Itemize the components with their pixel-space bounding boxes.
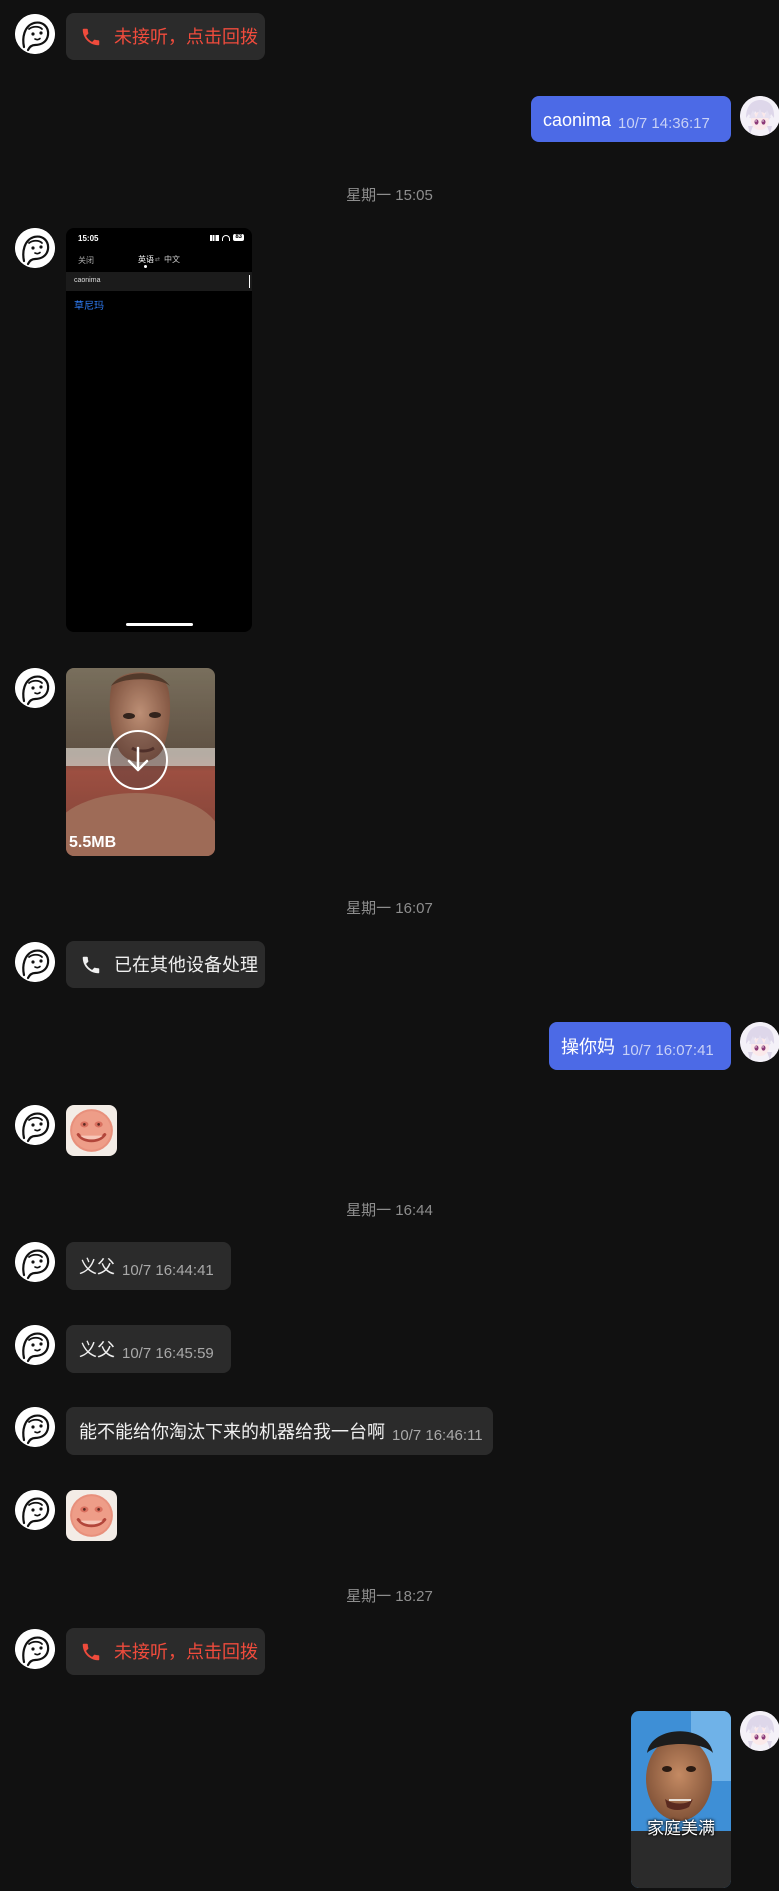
sticker-caption: 家庭美满 <box>647 1819 715 1838</box>
video-file-size: 5.5MB <box>69 834 117 851</box>
message-text: caonima <box>543 110 612 131</box>
status-icons: 83 <box>210 234 244 241</box>
source-language: 英语 <box>138 255 154 264</box>
download-button[interactable] <box>108 730 168 790</box>
screenshot-image[interactable]: 15:05 83 关闭 英语 ⇄ 中文 caonima 草尼玛 <box>66 228 252 632</box>
contact-avatar[interactable] <box>15 1325 55 1365</box>
message-time: 10/7 16:07:41 <box>622 1042 714 1060</box>
missed-call-bubble[interactable]: 未接听，点击回拨 <box>66 13 265 60</box>
call-handled-label: 已在其他设备处理 <box>114 954 258 975</box>
ghost-avatar-icon <box>15 1407 55 1447</box>
video-thumbnail[interactable]: 5.5MB <box>66 668 215 856</box>
contact-avatar[interactable] <box>15 668 55 708</box>
wifi-icon <box>222 234 231 241</box>
ghost-avatar-icon <box>15 1325 55 1365</box>
translation-result: 草尼玛 <box>74 301 104 312</box>
time-divider: 星期一 18:27 <box>346 1588 433 1605</box>
contact-avatar[interactable] <box>15 1629 55 1669</box>
self-avatar[interactable] <box>740 96 779 136</box>
contact-avatar[interactable] <box>15 14 55 54</box>
message-text: 能不能给你淘汰下来的机器给我一台啊 <box>79 1422 385 1443</box>
close-tab: 关闭 <box>78 256 94 265</box>
contact-avatar[interactable] <box>15 1105 55 1145</box>
signal-icon <box>210 234 220 241</box>
contact-avatar[interactable] <box>15 1242 55 1282</box>
meme-sticker[interactable]: 家庭美满 <box>631 1711 731 1888</box>
time-divider: 星期一 15:05 <box>346 187 433 204</box>
battery-icon: 83 <box>233 234 244 241</box>
self-avatar[interactable] <box>740 1022 779 1062</box>
outgoing-message-bubble[interactable]: caonima 10/7 14:36:17 <box>531 96 731 142</box>
smiley-sticker[interactable] <box>66 1105 117 1156</box>
message-text: 义父 <box>79 1257 115 1278</box>
missed-call-bubble[interactable]: 未接听，点击回拨 <box>66 1628 265 1675</box>
call-handled-bubble[interactable]: 已在其他设备处理 <box>66 941 265 988</box>
anime-avatar-icon <box>740 1711 779 1751</box>
phone-icon <box>80 954 102 976</box>
phone-icon <box>80 26 102 48</box>
smiley-sticker[interactable] <box>66 1490 117 1541</box>
tab-indicator <box>144 265 147 268</box>
swap-icon: ⇄ <box>155 257 161 263</box>
ghost-avatar-icon <box>15 1629 55 1669</box>
contact-avatar[interactable] <box>15 1407 55 1447</box>
phone-icon <box>80 1641 102 1663</box>
download-arrow-icon <box>127 746 149 772</box>
message-text: 操你妈 <box>561 1037 615 1058</box>
missed-call-label: 未接听，点击回拨 <box>114 26 258 47</box>
contact-avatar[interactable] <box>15 1490 55 1530</box>
anime-avatar-icon <box>740 1022 779 1062</box>
incoming-message-bubble[interactable]: 义父 10/7 16:44:41 <box>66 1242 231 1290</box>
ghost-avatar-icon <box>15 228 55 268</box>
smiley-face-icon <box>66 1105 117 1156</box>
outgoing-message-bubble[interactable]: 操你妈 10/7 16:07:41 <box>549 1022 731 1070</box>
ghost-avatar-icon <box>15 1490 55 1530</box>
meme-face-image <box>631 1711 731 1888</box>
home-indicator <box>126 623 193 626</box>
input-text: caonima <box>74 277 101 284</box>
anime-avatar-icon <box>740 96 779 136</box>
ghost-avatar-icon <box>15 14 55 54</box>
ghost-avatar-icon <box>15 1105 55 1145</box>
text-cursor <box>249 275 250 288</box>
incoming-message-bubble[interactable]: 能不能给你淘汰下来的机器给我一台啊 10/7 16:46:11 <box>66 1407 493 1455</box>
smiley-face-icon <box>66 1490 117 1541</box>
incoming-message-bubble[interactable]: 义父 10/7 16:45:59 <box>66 1325 231 1373</box>
target-language: 中文 <box>164 255 180 264</box>
message-text: 义父 <box>79 1340 115 1361</box>
time-divider: 星期一 16:07 <box>346 900 433 917</box>
ghost-avatar-icon <box>15 1242 55 1282</box>
ghost-avatar-icon <box>15 668 55 708</box>
self-avatar[interactable] <box>740 1711 779 1751</box>
input-bar: caonima <box>66 272 252 291</box>
ghost-avatar-icon <box>15 942 55 982</box>
contact-avatar[interactable] <box>15 228 55 268</box>
missed-call-label: 未接听，点击回拨 <box>114 1641 258 1662</box>
contact-avatar[interactable] <box>15 942 55 982</box>
message-time: 10/7 16:44:41 <box>122 1262 214 1280</box>
status-time: 15:05 <box>78 234 99 243</box>
time-divider: 星期一 16:44 <box>346 1202 433 1219</box>
message-time: 10/7 14:36:17 <box>618 115 710 133</box>
message-time: 10/7 16:46:11 <box>392 1427 483 1445</box>
message-time: 10/7 16:45:59 <box>122 1345 214 1363</box>
